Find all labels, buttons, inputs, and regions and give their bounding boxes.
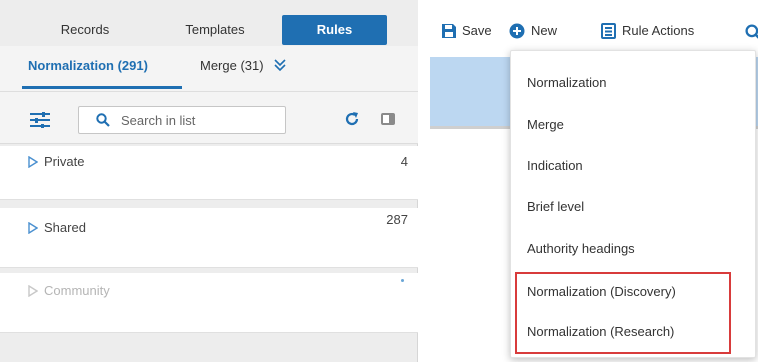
menu-item-brief-level[interactable]: Brief level: [527, 199, 584, 214]
panel-toggle-icon[interactable]: [380, 112, 396, 126]
search-input[interactable]: [121, 110, 271, 130]
tab-records[interactable]: Records: [40, 15, 130, 45]
left-panel: Records Templates Rules Normalization (2…: [0, 0, 418, 362]
menu-item-indication[interactable]: Indication: [527, 158, 583, 173]
sliders-icon[interactable]: [30, 112, 50, 128]
group-private[interactable]: Private 4: [0, 146, 418, 200]
subtab-normalization[interactable]: Normalization (291): [28, 58, 148, 73]
menu-item-normalization[interactable]: Normalization: [527, 75, 606, 90]
search-input-box[interactable]: [78, 106, 286, 134]
new-button[interactable]: New: [531, 22, 557, 40]
tab-rules[interactable]: Rules: [282, 15, 387, 45]
group-label: Private: [44, 154, 85, 169]
highlight-box: [515, 272, 731, 354]
list-document-icon[interactable]: [601, 23, 617, 39]
group-count: 4: [400, 154, 408, 169]
refresh-icon[interactable]: [344, 111, 360, 127]
tab-templates[interactable]: Templates: [165, 15, 265, 45]
top-nav: Records Templates Rules: [0, 0, 418, 46]
expand-triangle-icon[interactable]: [28, 222, 38, 234]
search-icon: [96, 113, 110, 127]
menu-item-authority-headings[interactable]: Authority headings: [527, 241, 635, 256]
new-dropdown-menu: Normalization Merge Indication Brief lev…: [510, 50, 756, 358]
double-chevron-down-icon[interactable]: [272, 56, 288, 74]
expand-triangle-icon[interactable]: [28, 156, 38, 168]
group-count: 287: [386, 212, 408, 227]
loading-dot: [401, 279, 404, 282]
action-toolbar: Save New Rule Actions: [418, 0, 758, 46]
plus-circle-icon[interactable]: [509, 23, 525, 39]
save-icon[interactable]: [441, 23, 457, 39]
group-community[interactable]: Community: [0, 273, 418, 333]
group-shared[interactable]: Shared 287: [0, 208, 418, 268]
search-icon[interactable]: [745, 24, 758, 40]
group-label: Shared: [44, 220, 86, 235]
subtab-merge[interactable]: Merge (31): [200, 58, 264, 73]
menu-item-merge[interactable]: Merge: [527, 117, 564, 132]
rule-actions-button[interactable]: Rule Actions: [622, 22, 694, 40]
active-tab-indicator: [22, 86, 182, 89]
save-button[interactable]: Save: [462, 22, 492, 40]
expand-triangle-icon[interactable]: [28, 285, 38, 297]
list-toolbar: [0, 92, 418, 144]
sub-tabs: Normalization (291) Merge (31): [0, 46, 418, 92]
group-label: Community: [44, 283, 110, 298]
